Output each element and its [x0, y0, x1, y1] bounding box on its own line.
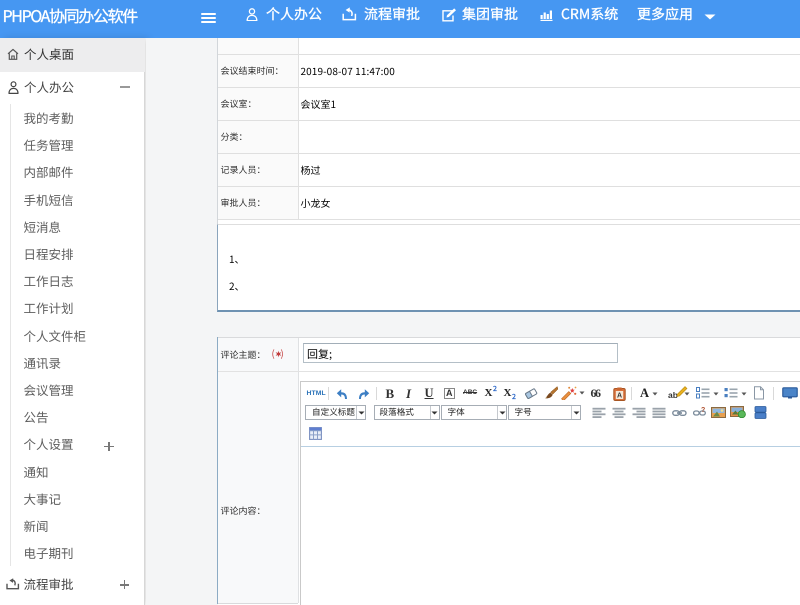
svg-text:?: ? [701, 407, 705, 414]
svg-text:A: A [617, 392, 622, 399]
